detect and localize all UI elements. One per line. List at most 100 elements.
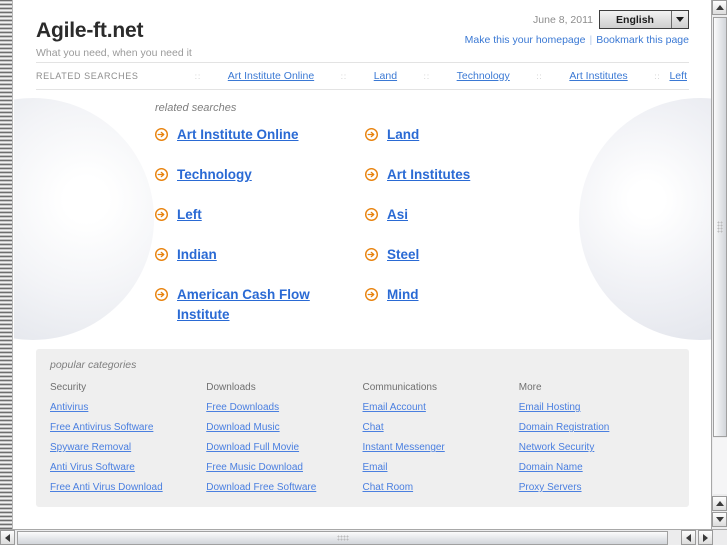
category-column-downloads: Downloads Free Downloads Download Music …	[206, 382, 362, 493]
category-link[interactable]: Email Account	[363, 402, 519, 413]
scroll-up-button[interactable]	[712, 0, 727, 15]
triangle-up-icon	[715, 5, 724, 10]
category-link[interactable]: Instant Messenger	[363, 442, 519, 453]
related-search-link[interactable]: Steel	[387, 245, 419, 265]
related-search-link[interactable]: Land	[387, 125, 419, 145]
related-bar-link-0[interactable]: Art Institute Online	[228, 70, 314, 82]
category-link[interactable]: Free Anti Virus Download	[50, 482, 206, 493]
category-link[interactable]: Anti Virus Software	[50, 462, 206, 473]
related-search-item[interactable]: Left	[154, 205, 365, 245]
related-searches-heading: related searches	[155, 102, 237, 114]
category-link[interactable]: Chat	[363, 422, 519, 433]
category-link[interactable]: Network Security	[519, 442, 675, 453]
related-bar-item-1[interactable]: Land	[356, 70, 415, 82]
category-link[interactable]: Download Music	[206, 422, 362, 433]
category-link[interactable]: Download Free Software	[206, 482, 362, 493]
arrow-circle-right-icon	[364, 247, 379, 262]
category-link[interactable]: Spyware Removal	[50, 442, 206, 453]
scroll-down-button[interactable]	[712, 512, 727, 527]
related-search-link[interactable]: Technology	[177, 165, 252, 185]
category-link[interactable]: Domain Name	[519, 462, 675, 473]
category-link[interactable]: Email Hosting	[519, 402, 675, 413]
language-select[interactable]: English	[599, 10, 689, 29]
arrow-circle-right-icon	[364, 167, 379, 182]
triangle-up-icon	[715, 501, 724, 506]
popular-categories-heading: popular categories	[50, 359, 137, 371]
arrow-circle-right-icon	[154, 207, 169, 222]
related-search-item[interactable]: Art Institutes	[364, 165, 575, 205]
related-bar-link-1[interactable]: Land	[374, 70, 397, 82]
related-search-item[interactable]: Asi	[364, 205, 575, 245]
related-search-item[interactable]: Art Institute Online	[154, 125, 365, 165]
grip-dots-icon	[336, 535, 349, 541]
arrow-circle-right-icon	[364, 207, 379, 222]
window-left-edge-texture	[0, 0, 13, 529]
bar-dots-separator: ::	[536, 71, 543, 81]
related-bar-link-3[interactable]: Art Institutes	[569, 70, 627, 82]
language-select-value: English	[616, 13, 654, 26]
category-title: Security	[50, 382, 87, 393]
related-bar-item-3[interactable]: Art Institutes	[552, 70, 646, 82]
category-link[interactable]: Domain Registration	[519, 422, 675, 433]
related-search-link[interactable]: Art Institute Online	[177, 125, 299, 145]
popular-categories-grid: Security Antivirus Free Antivirus Softwa…	[50, 382, 675, 493]
vertical-scrollbar-thumb[interactable]	[713, 17, 727, 437]
arrow-circle-right-icon	[364, 127, 379, 142]
make-homepage-link[interactable]: Make this your homepage	[465, 34, 586, 46]
page-header: Agile-ft.net What you need, when you nee…	[14, 0, 711, 62]
related-bar-link-2[interactable]: Technology	[457, 70, 510, 82]
bookmark-page-link[interactable]: Bookmark this page	[596, 34, 689, 46]
scroll-up-button-bottom[interactable]	[712, 496, 727, 511]
related-bar-item-4[interactable]: Left	[669, 70, 689, 82]
horizontal-scrollbar-thumb[interactable]	[17, 531, 668, 545]
arrow-circle-right-icon	[364, 287, 379, 302]
site-tagline: What you need, when you need it	[36, 47, 192, 60]
category-link[interactable]: Download Full Movie	[206, 442, 362, 453]
header-right-block: June 8, 2011 English Make this your home…	[465, 10, 689, 46]
related-search-link[interactable]: Asi	[387, 205, 408, 225]
bar-dots-separator: ::	[194, 71, 202, 81]
category-link[interactable]: Email	[363, 462, 519, 473]
related-searches-main: related searches Art Institute Online La…	[14, 90, 711, 331]
grip-dots-icon	[717, 221, 723, 233]
current-date: June 8, 2011	[533, 13, 593, 26]
category-title: Downloads	[206, 382, 256, 393]
bar-dots-separator: ::	[340, 71, 348, 81]
category-link[interactable]: Proxy Servers	[519, 482, 675, 493]
related-search-item[interactable]: Mind	[364, 285, 575, 331]
bar-dots-separator: ::	[654, 71, 661, 81]
category-column-more: More Email Hosting Domain Registration N…	[519, 382, 675, 493]
related-search-link[interactable]: American Cash Flow Institute	[177, 285, 337, 325]
page-canvas: Agile-ft.net What you need, when you nee…	[14, 0, 711, 529]
header-utility-links: Make this your homepage | Bookmark this pa…	[465, 34, 689, 46]
related-bar-item-2[interactable]: Technology	[439, 70, 528, 82]
related-search-item[interactable]: Technology	[154, 165, 365, 205]
vertical-scrollbar-track-lower[interactable]	[713, 438, 727, 494]
related-search-link[interactable]: Left	[177, 205, 202, 225]
date-and-language-row: June 8, 2011 English	[465, 10, 689, 29]
horizontal-scrollbar[interactable]	[0, 529, 727, 545]
related-search-item[interactable]: American Cash Flow Institute	[154, 285, 365, 331]
arrow-circle-right-icon	[154, 167, 169, 182]
category-link[interactable]: Antivirus	[50, 402, 206, 413]
related-search-item[interactable]: Indian	[154, 245, 365, 285]
category-link[interactable]: Free Music Download	[206, 462, 362, 473]
related-search-link[interactable]: Mind	[387, 285, 419, 305]
triangle-right-icon	[703, 533, 708, 542]
related-bar-item-0[interactable]: Art Institute Online	[210, 70, 332, 82]
vertical-scrollbar[interactable]	[711, 0, 727, 529]
arrow-circle-right-icon	[154, 247, 169, 262]
scroll-left-button[interactable]	[0, 530, 15, 545]
category-link[interactable]: Free Downloads	[206, 402, 362, 413]
related-search-item[interactable]: Land	[364, 125, 575, 165]
related-bar-link-4[interactable]: Left	[669, 70, 687, 82]
related-search-link[interactable]: Art Institutes	[387, 165, 470, 185]
scroll-right-button[interactable]	[698, 530, 713, 545]
related-searches-grid: Art Institute Online Land Technology Art…	[154, 125, 689, 331]
related-search-item[interactable]: Steel	[364, 245, 575, 285]
related-search-link[interactable]: Indian	[177, 245, 217, 265]
category-link[interactable]: Free Antivirus Software	[50, 422, 206, 433]
category-link[interactable]: Chat Room	[363, 482, 519, 493]
header-link-separator: |	[589, 34, 593, 46]
scroll-left-button-right[interactable]	[681, 530, 696, 545]
